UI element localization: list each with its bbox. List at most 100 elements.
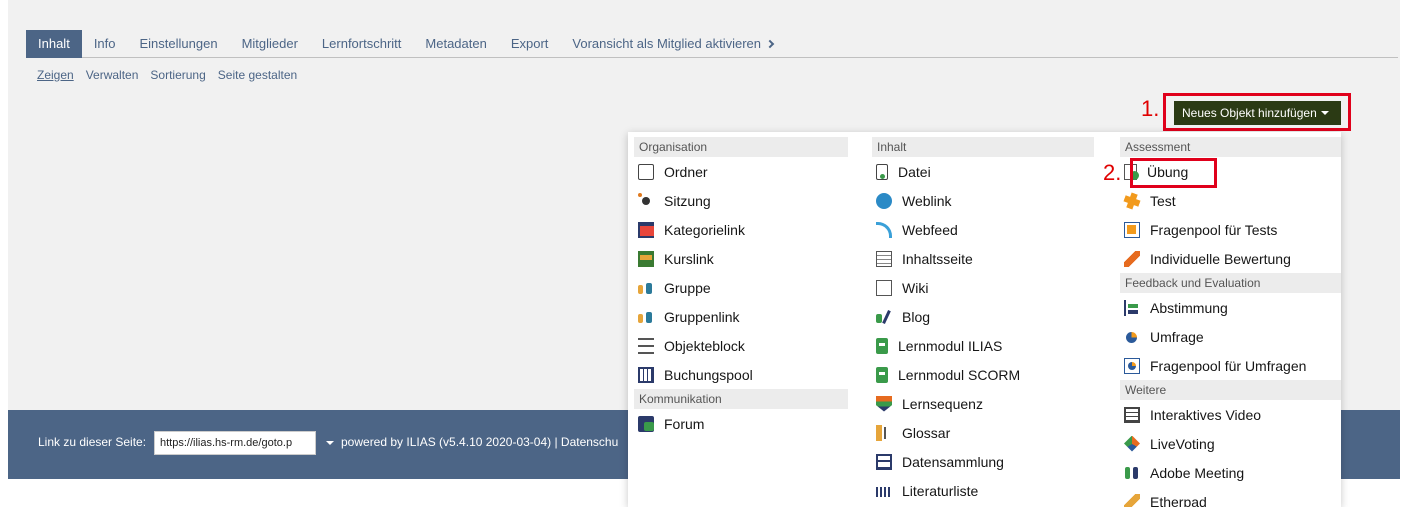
menu-item-kategorielink[interactable]: Kategorielink	[634, 215, 848, 244]
menu-item-label: Sitzung	[664, 192, 711, 209]
menu-item-gruppenlink[interactable]: Gruppenlink	[634, 302, 848, 331]
step-2-marker: 2.	[1103, 160, 1122, 185]
menu-item-label: Interaktives Video	[1150, 406, 1262, 423]
webfeed-icon	[876, 221, 892, 238]
menu-item-fragenpool-tests[interactable]: Fragenpool für Tests	[1120, 215, 1341, 244]
menu-item-label: Literaturliste	[902, 482, 979, 499]
menu-item-label: Wiki	[902, 279, 929, 296]
menu-item-label: Test	[1150, 192, 1176, 209]
menu-item-livevoting[interactable]: LiveVoting	[1120, 429, 1341, 458]
menu-item-label: Umfrage	[1150, 328, 1204, 345]
tab-info[interactable]: Info	[82, 30, 128, 58]
menu-item-individuelle-bewertung[interactable]: Individuelle Bewertung	[1120, 244, 1341, 273]
tab-lernfortschritt[interactable]: Lernfortschritt	[310, 30, 413, 58]
menu-item-label: Fragenpool für Umfragen	[1150, 357, 1307, 374]
menu-item-label: Etherpad	[1150, 493, 1207, 507]
menu-item-weblink[interactable]: Weblink	[872, 186, 1094, 215]
tab-export[interactable]: Export	[499, 30, 561, 58]
menu-item-umfrage[interactable]: Umfrage	[1120, 322, 1341, 351]
adobe-meeting-icon	[1124, 465, 1140, 481]
menu-item-test[interactable]: Test	[1120, 186, 1341, 215]
livevoting-icon	[1124, 435, 1140, 452]
menu-item-objekteblock[interactable]: Objekteblock	[634, 331, 848, 360]
question-pool-icon	[1124, 221, 1140, 238]
menu-column-2: Inhalt Datei Weblink Webfeed Inhaltsseit…	[872, 137, 1094, 505]
menu-item-blog[interactable]: Blog	[872, 302, 1094, 331]
new-object-dropdown: Organisation Ordner Sitzung Kategorielin…	[628, 132, 1341, 507]
menu-item-label: Buchungspool	[664, 366, 753, 383]
survey-icon	[1124, 329, 1140, 345]
session-icon	[638, 192, 654, 209]
menu-item-lernmodul-scorm[interactable]: Lernmodul SCORM	[872, 360, 1094, 389]
glossary-icon	[876, 424, 892, 441]
tab-mitglieder[interactable]: Mitglieder	[230, 30, 310, 58]
menu-item-label: Forum	[664, 415, 705, 432]
individual-assessment-icon	[1124, 250, 1140, 267]
group-header-feedback: Feedback und Evaluation	[1120, 273, 1341, 293]
menu-item-interaktives-video[interactable]: Interaktives Video	[1120, 400, 1341, 429]
menu-column-3: Assessment Übung Test Fragenpool für Tes…	[1120, 137, 1341, 507]
blog-icon	[876, 309, 892, 325]
menu-item-adobe-meeting[interactable]: Adobe Meeting	[1120, 458, 1341, 487]
menu-column-1: Organisation Ordner Sitzung Kategorielin…	[634, 137, 848, 438]
tab-voransicht-label: Voransicht als Mitglied aktivieren	[572, 36, 762, 51]
learning-module-icon	[876, 337, 888, 354]
menu-item-kurslink[interactable]: Kurslink	[634, 244, 848, 273]
menu-item-datei[interactable]: Datei	[872, 157, 1094, 186]
group-header-assessment: Assessment	[1120, 137, 1341, 157]
menu-item-label: Gruppenlink	[664, 308, 740, 325]
add-new-object-button[interactable]: Neues Objekt hinzufügen	[1174, 101, 1341, 125]
tab-voransicht[interactable]: Voransicht als Mitglied aktivieren	[560, 30, 785, 58]
menu-item-sitzung[interactable]: Sitzung	[634, 186, 848, 215]
menu-item-label: Ordner	[664, 163, 708, 180]
interactive-video-icon	[1124, 406, 1140, 423]
subtab-verwalten[interactable]: Verwalten	[86, 68, 139, 82]
tab-metadaten[interactable]: Metadaten	[413, 30, 498, 58]
menu-item-literaturliste[interactable]: Literaturliste	[872, 476, 1094, 505]
footer-powered-text: powered by ILIAS (v5.4.10 2020-03-04) | …	[341, 435, 619, 449]
caret-down-icon	[1320, 111, 1329, 115]
highlight-frame-uebung	[1130, 158, 1217, 188]
subtab-zeigen[interactable]: Zeigen	[37, 68, 74, 82]
poll-icon	[1124, 299, 1140, 316]
menu-item-label: Datensammlung	[902, 453, 1004, 470]
menu-item-label: Fragenpool für Tests	[1150, 221, 1278, 238]
menu-item-forum[interactable]: Forum	[634, 409, 848, 438]
menu-item-etherpad[interactable]: Etherpad	[1120, 487, 1341, 507]
object-block-icon	[638, 337, 654, 354]
add-new-object-label: Neues Objekt hinzufügen	[1182, 106, 1317, 120]
folder-icon	[638, 163, 654, 180]
scorm-module-icon	[876, 366, 888, 383]
caret-down-icon[interactable]	[326, 441, 334, 445]
menu-item-inhaltsseite[interactable]: Inhaltsseite	[872, 244, 1094, 273]
menu-item-gruppe[interactable]: Gruppe	[634, 273, 848, 302]
step-1-marker: 1.	[1141, 96, 1160, 121]
subtab-seite-gestalten[interactable]: Seite gestalten	[218, 68, 297, 82]
file-icon	[876, 163, 888, 180]
forum-icon	[638, 415, 654, 432]
menu-item-label: Kategorielink	[664, 221, 745, 238]
menu-item-webfeed[interactable]: Webfeed	[872, 215, 1094, 244]
tab-inhalt[interactable]: Inhalt	[26, 30, 82, 58]
menu-item-ordner[interactable]: Ordner	[634, 157, 848, 186]
menu-item-datensammlung[interactable]: Datensammlung	[872, 447, 1094, 476]
menu-item-lernsequenz[interactable]: Lernsequenz	[872, 389, 1094, 418]
menu-item-buchungspool[interactable]: Buchungspool	[634, 360, 848, 389]
menu-item-glossar[interactable]: Glossar	[872, 418, 1094, 447]
permalink-field[interactable]: https://ilias.hs-rm.de/goto.p	[154, 431, 316, 455]
booking-pool-icon	[638, 366, 654, 383]
menu-item-wiki[interactable]: Wiki	[872, 273, 1094, 302]
menu-item-abstimmung[interactable]: Abstimmung	[1120, 293, 1341, 322]
tab-einstellungen[interactable]: Einstellungen	[128, 30, 230, 58]
menu-item-fragenpool-umfragen[interactable]: Fragenpool für Umfragen	[1120, 351, 1341, 380]
subtab-sortierung[interactable]: Sortierung	[150, 68, 205, 82]
group-header-organisation: Organisation	[634, 137, 848, 157]
menu-item-label: Kurslink	[664, 250, 714, 267]
group-link-icon	[638, 309, 654, 325]
group-header-kommunikation: Kommunikation	[634, 389, 848, 409]
menu-item-label: Individuelle Bewertung	[1150, 250, 1291, 267]
menu-item-lernmodul-ilias[interactable]: Lernmodul ILIAS	[872, 331, 1094, 360]
survey-pool-icon	[1124, 357, 1140, 374]
learning-sequence-icon	[876, 395, 892, 412]
data-collection-icon	[876, 453, 892, 470]
